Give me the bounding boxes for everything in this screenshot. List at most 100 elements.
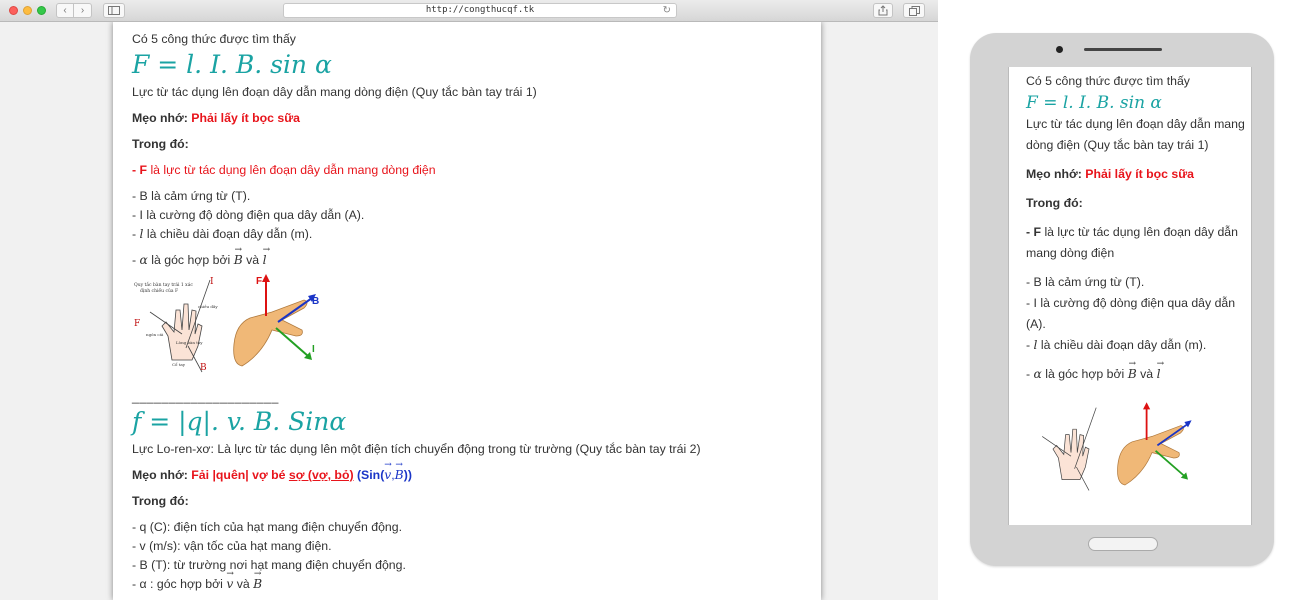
- tip-2-text-2: sợ (vợ, bỏ): [288, 468, 354, 482]
- hand-caption-1: Quy tắc bàn tay trái 1 xác: [134, 281, 193, 288]
- tip-2-text-3: (Sin(: [353, 468, 385, 482]
- browser-titlebar: ‹ › http://congthucqf.tk ↻: [0, 0, 938, 22]
- chevron-left-icon: ‹: [63, 5, 67, 16]
- var-v: - v (m/s): vận tốc của hạt mang điện.: [132, 539, 332, 553]
- var-I: - I là cường độ dòng điện qua dây dẫn (A…: [132, 208, 365, 222]
- var-l-text: là chiều dài đoạn dây dẫn (m).: [143, 227, 313, 241]
- var-F: - F là lực từ tác dụng lên đoạn dây dẫn …: [132, 161, 821, 180]
- var-B-2: - B (T): từ trường nơi hạt mang điện chu…: [132, 558, 406, 572]
- separator: ____________________: [132, 390, 279, 404]
- back-button[interactable]: ‹: [56, 3, 74, 18]
- tip-2-label: Mẹo nhớ:: [132, 468, 188, 482]
- label-chieu-day: chiều dây: [198, 304, 218, 309]
- label-co-tay: Cổ tay: [172, 362, 186, 367]
- m-var-alpha: - α là góc hợp bởi B và l: [1026, 354, 1251, 385]
- tabs-button[interactable]: [903, 3, 925, 18]
- vector-B-2: B: [253, 565, 262, 594]
- maximize-window-button[interactable]: [37, 6, 46, 15]
- forward-button[interactable]: ›: [74, 3, 92, 18]
- label-ngon-cai: ngón cái: [146, 332, 164, 337]
- speaker-icon: [1084, 48, 1162, 51]
- left-hand-rule-figure: Quy tắc bàn tay trái 1 xác định chiều củ…: [132, 274, 332, 383]
- result-count: Có 5 công thức được tìm thấy: [132, 32, 296, 46]
- tabs-icon: [908, 6, 920, 16]
- mobile-device-frame: Có 5 công thức được tìm thấy F = l. I. B…: [970, 33, 1274, 566]
- tip-2-vector-v: v: [384, 456, 391, 485]
- tip-text: Phải lấy ít bọc sữa: [191, 111, 300, 125]
- var-q: - q (C): điện tích của hạt mang điện chu…: [132, 520, 403, 534]
- formula-1-expression: F = l. I. B. sin α: [132, 50, 332, 79]
- desktop-browser-window: ‹ › http://congthucqf.tk ↻ Có 5 công thứ…: [0, 0, 938, 600]
- m-separator: ____________________: [1026, 513, 1163, 525]
- m-var-I-line-2: (A).: [1026, 317, 1046, 331]
- var-alpha-and: và: [242, 253, 263, 267]
- m-var-alpha-text: là góc hợp bởi: [1041, 367, 1128, 381]
- tip-2-close: )): [403, 468, 412, 482]
- var-B: - B là cảm ứng từ (T).: [132, 189, 251, 203]
- chevron-right-icon: ›: [80, 5, 85, 16]
- close-window-button[interactable]: [9, 6, 18, 15]
- m-desc-line-1: Lực từ tác dụng lên đoạn dây dẫn mang: [1026, 117, 1245, 131]
- hand-label-F: F: [134, 319, 140, 329]
- url-text: http://congthucqf.tk: [425, 5, 535, 15]
- address-bar[interactable]: http://congthucqf.tk ↻: [283, 3, 677, 18]
- share-button[interactable]: [873, 3, 893, 18]
- where-label-2: Trong đó:: [132, 494, 189, 508]
- var-F-text: là lực từ tác dụng lên đoạn dây dẫn mang…: [147, 163, 436, 177]
- m-vector-l: l: [1157, 354, 1161, 385]
- formula-1-tip: Mẹo nhớ: Phải lấy ít bọc sữa: [132, 109, 821, 128]
- m-var-F-text-1: là lực từ tác dụng lên đoạn dây dẫn: [1041, 225, 1238, 239]
- share-icon: [878, 5, 888, 16]
- mobile-screen[interactable]: Có 5 công thức được tìm thấy F = l. I. B…: [1008, 67, 1252, 525]
- minimize-window-button[interactable]: [23, 6, 32, 15]
- vec-label-B: B: [312, 296, 319, 307]
- colored-hand-diagram: F B I: [233, 274, 319, 367]
- m-desc-line-2: dòng điện (Quy tắc bàn tay trái 1): [1026, 138, 1209, 152]
- vec-label-I: I: [312, 344, 315, 355]
- reload-icon[interactable]: ↻: [663, 4, 671, 17]
- m-var-F-line-2: mang dòng điện: [1026, 246, 1115, 260]
- m-var-I-line-1: - I là cường độ dòng điện qua dây dẫn: [1026, 296, 1236, 310]
- m-formula-expression: F = l. I. B. sin α: [1026, 93, 1162, 113]
- vec-label-F: F: [256, 276, 262, 287]
- sidebar-icon: [108, 6, 120, 15]
- hand-label-B: B: [200, 363, 207, 373]
- formula-2-tip: Mẹo nhớ: Fải |quên| vợ bé sợ (vợ, bỏ) (S…: [132, 456, 821, 485]
- var-angle-2-and: và: [233, 577, 254, 591]
- where-label: Trong đó:: [132, 137, 189, 151]
- formula-1-description: Lực từ tác dụng lên đoạn dây dẫn mang dò…: [132, 85, 537, 99]
- home-button[interactable]: [1088, 537, 1158, 551]
- tip-2-text-1: Fải |quên| vợ bé: [191, 468, 289, 482]
- m-var-F-line-1: - F là lực từ tác dụng lên đoạn dây dẫn: [1026, 222, 1251, 243]
- m-where-label: Trong đó:: [1026, 196, 1083, 210]
- phone-top-bezel: [970, 33, 1274, 67]
- camera-icon: [1056, 46, 1063, 53]
- sidebar-toggle-button[interactable]: [103, 3, 125, 18]
- browser-viewport[interactable]: Có 5 công thức được tìm thấy F = l. I. B…: [0, 22, 938, 600]
- m-var-l-prefix: -: [1026, 338, 1034, 352]
- m-var-alpha-symbol: α: [1033, 367, 1042, 381]
- var-F-symbol: - F: [132, 163, 148, 177]
- m-tip-text: Phải lấy ít bọc sữa: [1085, 167, 1194, 181]
- m-var-B: - B là cảm ứng từ (T).: [1026, 275, 1145, 289]
- left-hand-rule-illustration: Quy tắc bàn tay trái 1 xác định chiều củ…: [134, 274, 319, 373]
- var-angle-2: - α : góc hợp bởi v và B: [132, 565, 821, 594]
- m-var-l: - l là chiều dài đoạn dây dẫn (m).: [1026, 335, 1251, 356]
- label-long-ban-tay: Lòng bàn tay: [176, 340, 203, 345]
- sketch-hand-diagram: Quy tắc bàn tay trái 1 xác định chiều củ…: [134, 277, 218, 373]
- vector-l: l: [263, 241, 267, 270]
- formula-page: Có 5 công thức được tìm thấy F = l. I. B…: [113, 22, 821, 600]
- m-var-F-symbol: - F: [1026, 225, 1042, 239]
- tip-label: Mẹo nhớ:: [132, 111, 188, 125]
- m-var-alpha-and: và: [1136, 367, 1157, 381]
- tip-2-vector-B: B: [395, 456, 404, 485]
- m-result-count: Có 5 công thức được tìm thấy: [1026, 74, 1190, 88]
- var-alpha-prefix: -: [132, 253, 140, 267]
- m-vector-B: B: [1128, 354, 1137, 385]
- m-var-alpha-prefix: -: [1026, 367, 1034, 381]
- var-alpha: - α là góc hợp bởi B và l: [132, 241, 821, 270]
- var-alpha-text: là góc hợp bởi: [147, 253, 234, 267]
- m-tip: Mẹo nhớ: Phải lấy ít bọc sữa: [1026, 164, 1251, 185]
- var-l-prefix: -: [132, 227, 140, 241]
- m-left-hand-rule-illustration: [1041, 402, 1192, 491]
